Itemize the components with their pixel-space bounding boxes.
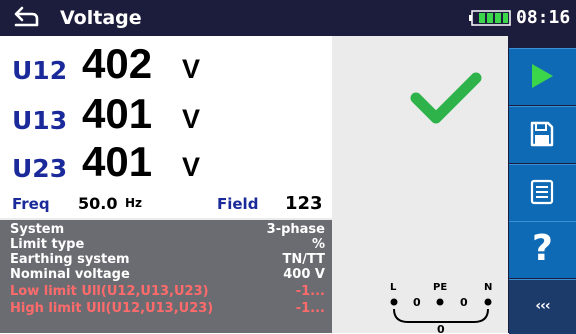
- result-value: 402: [82, 40, 153, 87]
- terminal-label-l: L: [390, 282, 397, 293]
- result-value: 401: [82, 90, 153, 137]
- list-icon: [530, 179, 554, 205]
- param-label: Nominal voltage: [10, 267, 130, 282]
- terminal-dot-pe: [436, 298, 444, 306]
- help-icon: ?: [532, 228, 553, 269]
- param-row-earthing-system[interactable]: Earthing system TN/TT: [10, 252, 325, 267]
- param-row-system[interactable]: System 3-phase: [10, 222, 325, 237]
- result-label: U13: [12, 106, 68, 135]
- page-title: Voltage: [60, 7, 142, 29]
- terminal-label-n: N: [484, 282, 492, 293]
- save-button[interactable]: [509, 106, 576, 163]
- param-row-low-limit[interactable]: Low limit Ull(U12,U13,U23) -1...: [10, 284, 325, 299]
- param-value: -1...: [295, 301, 325, 316]
- results-list-button[interactable]: [509, 164, 576, 221]
- param-row-limit-type[interactable]: Limit type %: [10, 237, 325, 252]
- clock: 08:16: [516, 7, 571, 28]
- reading-pe-n: 0: [460, 296, 468, 309]
- reading-l-pe: 0: [413, 296, 421, 309]
- result-label: U23: [12, 154, 68, 183]
- title-bar: Voltage 08:16: [0, 0, 576, 36]
- result-label: U12: [12, 56, 68, 85]
- terminal-dot-l: [390, 298, 398, 306]
- terminal-wiring-diagram: L PE N 0 0 0: [390, 282, 492, 333]
- more-options-button[interactable]: ‹‹‹: [509, 279, 576, 334]
- result-unit: V: [182, 104, 201, 134]
- save-icon: [530, 121, 554, 147]
- reading-l-n: 0: [437, 323, 445, 333]
- param-label: Low limit Ull(U12,U13,U23): [10, 284, 209, 299]
- more-icon: ‹‹‹: [535, 298, 550, 314]
- param-value: -1...: [295, 284, 325, 299]
- param-row-nominal-voltage[interactable]: Nominal voltage 400 V: [10, 267, 325, 282]
- freq-value: 50.0: [78, 194, 118, 213]
- frequency-field-row: Freq 50.0 Hz Field 123: [0, 191, 332, 218]
- connection-line: [393, 308, 489, 323]
- start-button[interactable]: [509, 48, 576, 105]
- param-value: %: [311, 237, 325, 252]
- results-panel: U12 402 V U13 401 V U23 401 V: [0, 36, 332, 191]
- battery-icon: [469, 10, 511, 26]
- param-label: Limit type: [10, 237, 85, 252]
- param-value: TN/TT: [282, 252, 325, 267]
- result-value: 401: [82, 138, 153, 185]
- parameters-panel[interactable]: System 3-phase Limit type % Earthing sys…: [0, 220, 332, 333]
- help-button[interactable]: ?: [509, 221, 576, 278]
- freq-unit: Hz: [125, 196, 143, 210]
- play-icon: [532, 64, 553, 88]
- field-value: 123: [285, 193, 323, 214]
- back-arrow-icon[interactable]: [12, 5, 40, 31]
- param-value: 3-phase: [266, 222, 325, 237]
- freq-label: Freq: [12, 195, 50, 213]
- param-label: Earthing system: [10, 252, 130, 267]
- result-unit: V: [182, 152, 201, 182]
- result-unit: V: [182, 54, 201, 84]
- field-label: Field: [217, 195, 259, 213]
- param-label: System: [10, 222, 65, 237]
- param-row-high-limit[interactable]: High limit Ull(U12,U13,U23) -1...: [10, 301, 325, 316]
- checkmark-icon: [410, 72, 482, 124]
- param-value: 400 V: [283, 267, 325, 282]
- terminal-dot-n: [484, 298, 492, 306]
- terminal-label-pe: PE: [433, 282, 447, 293]
- param-label: High limit Ull(U12,U13,U23): [10, 301, 214, 316]
